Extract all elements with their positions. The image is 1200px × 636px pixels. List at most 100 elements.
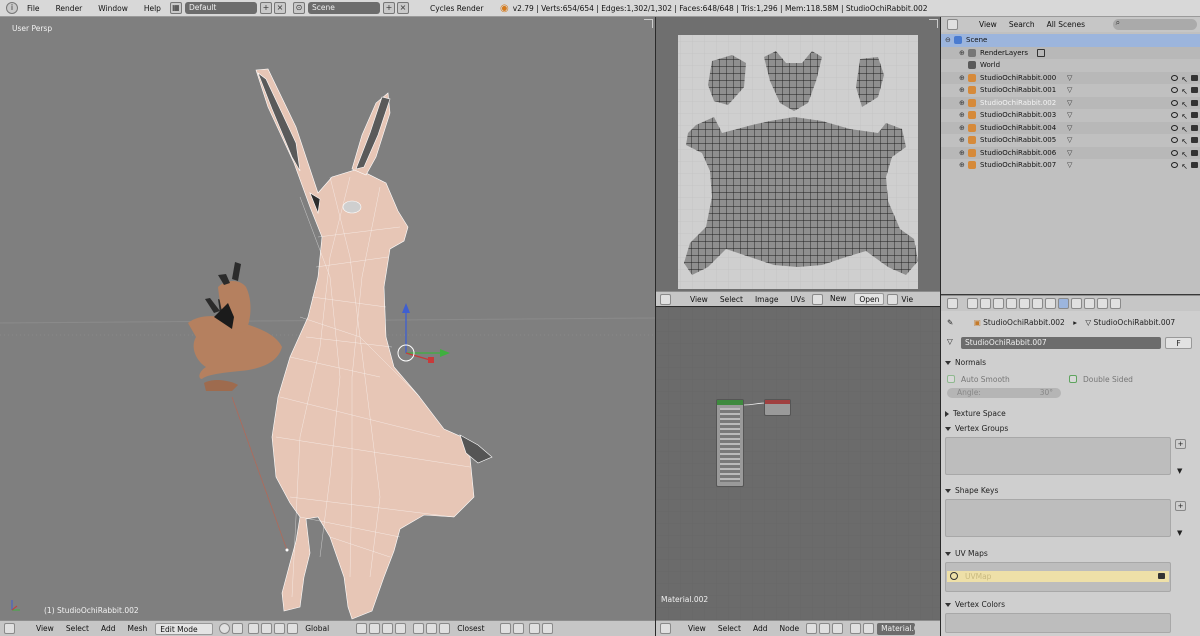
outliner-row[interactable]: ⊕ StudioOchiRabbit.006 ▽ ↖ [941,146,1200,160]
uv-image-editor[interactable] [656,17,940,291]
texture-tab-icon[interactable] [1084,298,1095,309]
viewport-menu-mesh[interactable]: Mesh [121,624,153,633]
physics-tab-icon[interactable] [1110,298,1121,309]
shape-key-menu-icon[interactable]: ▼ [1177,529,1182,537]
mesh-data-icon[interactable]: ▽ [1067,97,1072,110]
mode-select[interactable]: Edit Mode [155,622,214,635]
menu-file[interactable]: File [19,0,48,17]
properties-type-icon[interactable] [947,298,958,309]
pivot-point-icon[interactable] [232,623,244,634]
transform-orientation-select[interactable]: Global [301,622,354,635]
outliner-search-field[interactable]: ⌕ [1112,18,1197,30]
menu-window[interactable]: Window [90,0,136,17]
particles-tab-icon[interactable] [1097,298,1108,309]
expand-toggle-icon[interactable]: ⊕ [959,147,965,160]
expand-toggle-icon[interactable]: ⊕ [959,122,965,135]
expand-toggle-icon[interactable]: ⊕ [959,134,965,147]
mesh-data-icon[interactable]: ▽ [1067,72,1072,85]
rotate-icon[interactable] [274,623,286,634]
visibility-eye-icon[interactable] [1171,87,1178,93]
proportional-edit-icon[interactable] [413,623,425,634]
image-browse-icon[interactable] [811,293,823,305]
snap-option-icon[interactable] [500,623,512,634]
menu-help[interactable]: Help [136,0,169,17]
world-shader-icon[interactable] [832,623,844,634]
render-camera-icon[interactable] [1191,99,1198,106]
close-layout-icon[interactable]: × [273,2,286,14]
add-layout-icon[interactable]: + [259,2,272,14]
scene-icon[interactable]: ⊙ [292,2,305,14]
material-output-node[interactable] [764,399,791,416]
outliner-row[interactable]: ⊕ StudioOchiRabbit.002 ▽ ↖ [941,96,1200,110]
uv-menu-view-trailing[interactable]: Vie [899,295,915,304]
outliner-type-icon[interactable] [947,19,958,30]
outliner[interactable]: ⊖ Scene ⊕ RenderLayers World ⊕ StudioOchiRabbi… [941,32,1200,294]
uv-menu-select[interactable]: Select [714,295,749,304]
outliner-row[interactable]: ⊕ StudioOchiRabbit.005 ▽ ↖ [941,134,1200,147]
scale-icon[interactable] [287,623,299,634]
add-scene-icon[interactable]: + [382,2,395,14]
snap-target-select[interactable]: Closest [453,622,498,635]
data-tab-icon[interactable] [1058,298,1069,309]
editor-type-icon[interactable] [4,623,15,634]
snap-magnet-icon[interactable] [439,623,451,634]
auto-smooth-checkbox[interactable] [947,375,955,383]
visibility-eye-icon[interactable] [1171,74,1178,81]
info-editor-icon[interactable]: i [6,2,18,14]
viewport-menu-select[interactable]: Select [60,624,95,633]
outliner-row[interactable]: ⊕ StudioOchiRabbit.003 ▽ ↖ [941,109,1200,122]
scene-tab-icon[interactable] [993,298,1004,309]
render-tab-icon[interactable] [967,298,978,309]
vertex-colors-title[interactable]: Vertex Colors [945,599,1196,611]
shape-keys-title[interactable]: Shape Keys [945,485,1196,497]
normals-panel-title[interactable]: Normals [945,357,1196,369]
vertex-group-add-icon[interactable]: + [1175,439,1186,449]
visibility-eye-icon[interactable] [1171,149,1178,156]
render-camera-icon[interactable] [1191,112,1198,118]
mesh-data-icon[interactable]: ▽ [1067,122,1072,135]
expand-toggle-icon[interactable]: ⊕ [959,159,965,172]
expand-toggle-icon[interactable]: ⊕ [959,97,965,110]
shader-type-icon[interactable] [806,623,818,634]
uv-new-image-button[interactable]: New [825,293,851,305]
node-menu-view[interactable]: View [682,624,712,633]
node-menu-select[interactable]: Select [712,624,747,633]
render-still-icon[interactable] [529,623,541,634]
object-tab-icon[interactable] [1019,298,1030,309]
outliner-menu-search[interactable]: Search [1003,20,1041,29]
render-camera-icon[interactable] [1191,162,1198,168]
mesh-data-icon[interactable]: ▽ [1067,159,1072,172]
uv-map-row[interactable]: UVMap [947,571,1169,582]
node-menu-node[interactable]: Node [773,624,805,633]
selectable-cursor-icon[interactable]: ↖ [1181,161,1188,174]
visibility-eye-icon[interactable] [1171,124,1178,131]
uv-maps-list[interactable]: UVMap [945,562,1171,592]
render-camera-icon[interactable] [1191,149,1198,156]
outliner-menu-view[interactable]: View [973,20,1003,29]
vertex-group-menu-icon[interactable]: ▼ [1177,467,1182,475]
fake-user-button[interactable]: F [1165,337,1192,349]
node-menu-add[interactable]: Add [747,624,774,633]
falloff-icon[interactable] [426,623,438,634]
outliner-row[interactable]: ⊕ RenderLayers [941,46,1200,59]
outliner-row[interactable]: ⊕ StudioOchiRabbit.001 ▽ ↖ [941,84,1200,97]
vertex-groups-title[interactable]: Vertex Groups [945,423,1196,435]
render-camera-icon[interactable] [1191,137,1198,143]
snap-rotation-icon[interactable] [513,623,525,634]
mesh-name-field[interactable]: StudioOchiRabbit.007 [961,337,1161,349]
vertex-groups-list[interactable] [945,437,1171,475]
menu-render[interactable]: Render [48,0,91,17]
node-editor-type-icon[interactable] [660,623,671,634]
render-layers-tab-icon[interactable] [980,298,991,309]
double-sided-checkbox[interactable] [1069,375,1077,383]
shading-mode-icon[interactable] [219,623,231,634]
constraints-tab-icon[interactable] [1032,298,1043,309]
screen-layout-field[interactable]: Default [184,2,257,14]
render-anim-icon[interactable] [542,623,554,634]
node-editor[interactable]: Material.002 [656,307,940,620]
shape-keys-list[interactable] [945,499,1171,537]
uv-menu-uvs[interactable]: UVs [784,295,811,304]
visibility-eye-icon[interactable] [1171,99,1178,106]
outliner-row[interactable]: ⊖ Scene [941,34,1200,47]
expand-toggle-icon[interactable]: ⊕ [959,72,965,85]
